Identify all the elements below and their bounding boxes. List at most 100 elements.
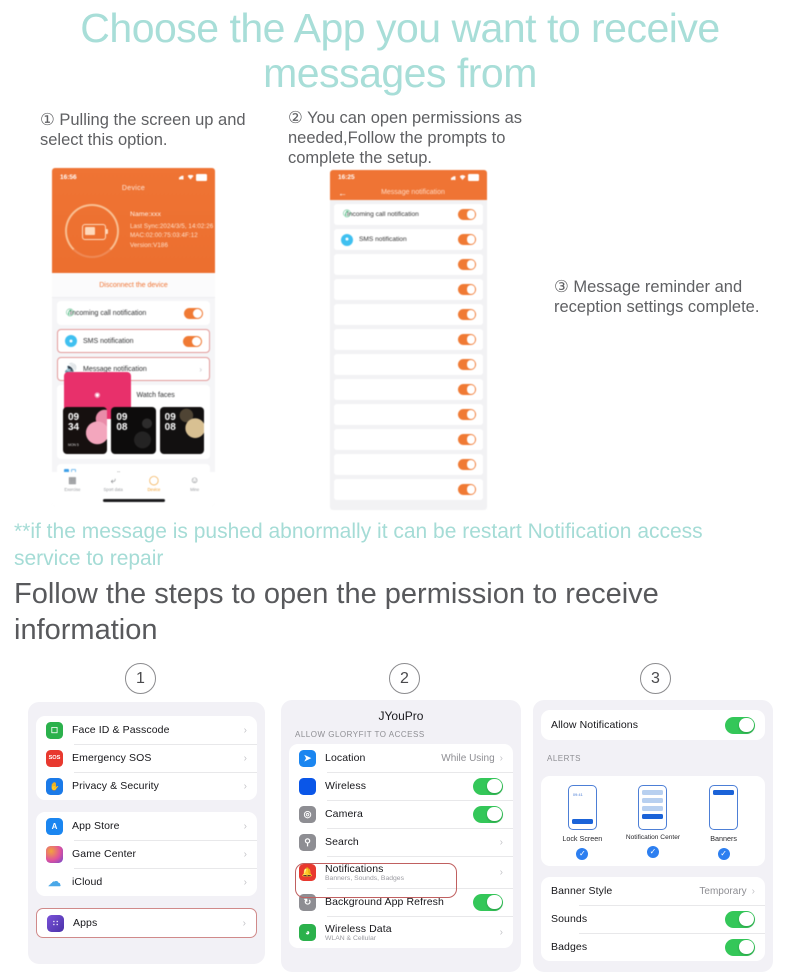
settings-row-game-center[interactable]: Game Center › (36, 840, 257, 868)
row-watch-faces[interactable]: ◉ Watch faces (57, 371, 210, 419)
settings-row-background-app-refresh[interactable]: ↻ Background App Refresh (289, 888, 513, 916)
alert-label: Notification Center (625, 834, 681, 841)
list-item[interactable]: ✆ Incoming call notification (334, 204, 483, 225)
disconnect-device-button[interactable]: Disconnect the device (52, 273, 215, 298)
wireless-toggle[interactable] (473, 777, 503, 795)
settings-row-camera[interactable]: ◎ Camera (289, 800, 513, 828)
row-label: Sounds (551, 913, 588, 925)
app-notification-list: ✆ Incoming call notification ● SMS notif… (330, 200, 487, 500)
chevron-right-icon: › (243, 780, 247, 792)
settings-group-allow-notifications: Allow Notifications (541, 710, 765, 740)
list-item[interactable] (334, 279, 483, 300)
alert-option-notification-center[interactable]: Notification Center ✓ (622, 785, 684, 860)
list-item[interactable] (334, 454, 483, 475)
battery-icon (468, 174, 479, 181)
settings-row-wireless[interactable]: Wireless (289, 772, 513, 800)
alert-option-banners[interactable]: Banners ✓ (693, 785, 755, 860)
screen-title: Message notification (381, 189, 445, 196)
row-incoming-call-notification[interactable]: ✆ Incoming call notification (57, 301, 210, 325)
row-label: Incoming call notification (347, 211, 419, 218)
watch-faces-gallery: 09 34 MON 5 09 08 09 08 (57, 405, 210, 459)
watch-face-thumb[interactable]: 09 08 (111, 407, 156, 454)
row-label: Face ID & Passcode (72, 724, 170, 736)
settings-row-location[interactable]: ➤ Location While Using › (289, 744, 513, 772)
settings-row-sounds[interactable]: Sounds (541, 905, 765, 933)
notification-settings-list: ✆ Incoming call notification ● SMS notif… (52, 298, 215, 486)
tab-sport-data[interactable]: ⤶ Sport data (95, 475, 131, 492)
chevron-right-icon: › (499, 926, 503, 938)
incoming-call-toggle[interactable] (184, 307, 203, 319)
back-arrow-icon[interactable]: ← (338, 188, 347, 198)
list-item[interactable] (334, 304, 483, 325)
status-icons (179, 173, 207, 181)
list-item[interactable] (334, 479, 483, 500)
sounds-toggle[interactable] (725, 910, 755, 928)
row-toggle[interactable] (458, 484, 476, 495)
badges-toggle[interactable] (725, 938, 755, 956)
row-label: Banner Style (551, 885, 613, 897)
page-root: Choose the App you want to receive messa… (0, 0, 800, 978)
row-label: Emergency SOS (72, 752, 152, 764)
follow-steps-heading: Follow the steps to open the permission … (14, 578, 659, 646)
alert-label: Banners (710, 834, 738, 843)
list-item[interactable] (334, 329, 483, 350)
list-item[interactable] (334, 354, 483, 375)
row-toggle[interactable] (458, 384, 476, 395)
settings-row-banner-style[interactable]: Banner Style Temporary › (541, 877, 765, 905)
settings-row-face-id[interactable]: ☐ Face ID & Passcode › (36, 716, 257, 744)
row-label: Game Center (72, 848, 137, 860)
settings-row-apps[interactable]: ∷ Apps › (37, 909, 256, 937)
row-toggle[interactable] (458, 409, 476, 420)
sms-icon: ● (65, 335, 77, 347)
settings-row-allow-notifications[interactable]: Allow Notifications (541, 710, 765, 740)
sms-toggle[interactable] (183, 335, 202, 347)
settings-row-badges[interactable]: Badges (541, 933, 765, 961)
step-2-caption: ② You can open permissions as needed,Fol… (288, 109, 523, 167)
row-label-main: Notifications (325, 862, 384, 875)
row-toggle[interactable] (458, 459, 476, 470)
alert-label: Lock Screen (562, 834, 603, 843)
allow-notifications-toggle[interactable] (725, 716, 755, 734)
row-sms-notification[interactable]: ● SMS notification (57, 329, 210, 353)
row-label: Background App Refresh (325, 896, 444, 908)
nav-bar: ← Message notification (330, 185, 487, 200)
settings-row-notifications[interactable]: 🔔 Notifications Banners, Sounds, Badges … (289, 856, 513, 888)
signal-icon (179, 175, 184, 180)
settings-row-app-store[interactable]: A App Store › (36, 812, 257, 840)
tab-device[interactable]: ◯ Device (136, 475, 172, 492)
row-toggle[interactable] (458, 334, 476, 345)
row-toggle[interactable] (458, 359, 476, 370)
list-item[interactable] (334, 254, 483, 275)
alert-option-lock-screen[interactable]: 09:41 Lock Screen ✓ (551, 785, 613, 860)
row-toggle[interactable] (458, 209, 476, 220)
list-item[interactable] (334, 379, 483, 400)
status-time: 16:56 (60, 173, 77, 181)
list-item[interactable] (334, 429, 483, 450)
settings-row-icloud[interactable]: ☁ iCloud › (36, 868, 257, 896)
settings-row-emergency-sos[interactable]: SOS Emergency SOS › (36, 744, 257, 772)
location-icon: ➤ (299, 749, 316, 767)
tab-mine[interactable]: ☺ Mine (177, 475, 213, 492)
row-toggle[interactable] (458, 234, 476, 245)
settings-row-search[interactable]: ⚲ Search › (289, 828, 513, 856)
phone-mockup-device-screen: 16:56 Device Name:xxx Last Sync:2024/3/5… (52, 168, 215, 506)
settings-row-privacy-security[interactable]: ✋ Privacy & Security › (36, 772, 257, 800)
background-refresh-toggle[interactable] (473, 893, 503, 911)
settings-row-wireless-data[interactable]: ◕ Wireless Data WLAN & Cellular › (289, 916, 513, 948)
row-toggle[interactable] (458, 259, 476, 270)
watch-face-thumb[interactable]: 09 34 MON 5 (63, 407, 108, 454)
row-toggle[interactable] (458, 434, 476, 445)
preview-time: 09:41 (572, 792, 583, 797)
step-number-3: 3 (640, 663, 671, 694)
list-item[interactable] (334, 404, 483, 425)
tab-exercise[interactable]: ▦ Exercise (54, 475, 90, 492)
watch-face-thumb[interactable]: 09 08 (159, 407, 204, 454)
device-last-sync: Last Sync:2024/3/5, 14:02:26 (130, 222, 214, 230)
row-toggle[interactable] (458, 284, 476, 295)
camera-toggle[interactable] (473, 805, 503, 823)
row-label: Watch faces (136, 391, 175, 399)
faceid-icon: ☐ (46, 721, 63, 739)
row-toggle[interactable] (458, 309, 476, 320)
list-item[interactable]: ● SMS notification (334, 229, 483, 250)
chevron-right-icon: › (499, 866, 503, 878)
